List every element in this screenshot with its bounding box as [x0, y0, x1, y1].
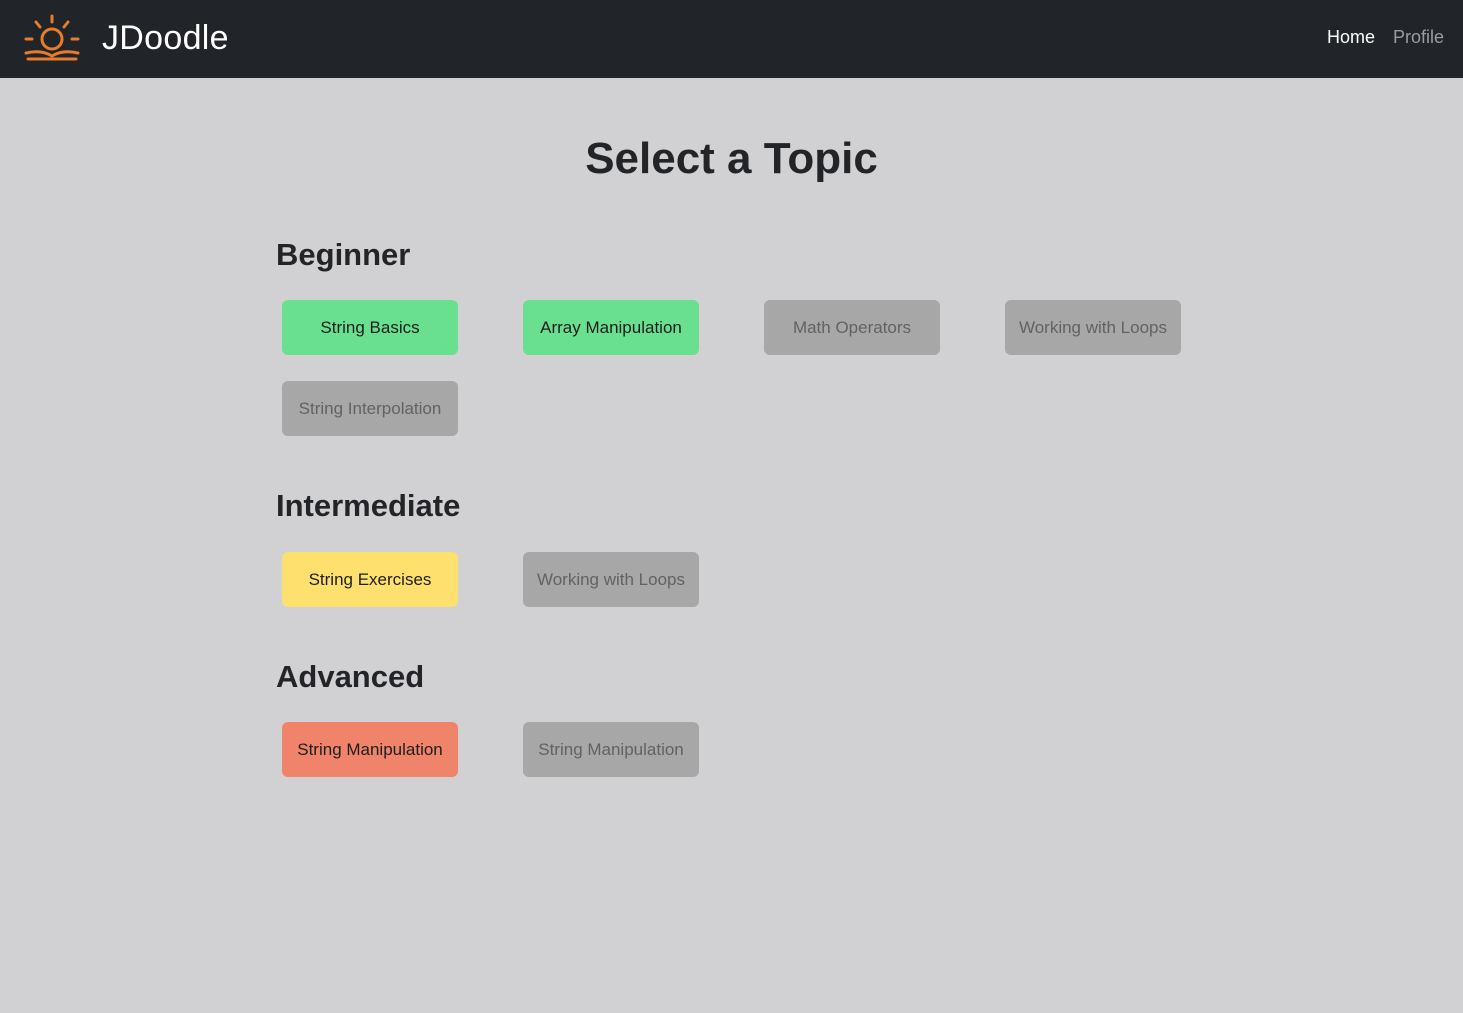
topic-button-string-manipulation[interactable]: String Manipulation: [282, 722, 458, 777]
topic-button-string-manipulation-locked[interactable]: String Manipulation: [523, 722, 699, 777]
topic-button-working-with-loops[interactable]: Working with Loops: [523, 552, 699, 607]
topic-button-string-basics[interactable]: String Basics: [282, 300, 458, 355]
navbar: JDoodle Home Profile: [0, 0, 1463, 78]
section-title-advanced: Advanced: [276, 659, 425, 694]
brand-name: JDoodle: [102, 18, 229, 57]
nav-links: Home Profile: [1327, 27, 1444, 48]
topic-button-string-interpolation[interactable]: String Interpolation: [282, 381, 458, 436]
brand-link[interactable]: JDoodle: [22, 12, 229, 64]
section-title-intermediate: Intermediate: [276, 488, 461, 523]
nav-link-profile[interactable]: Profile: [1393, 27, 1444, 48]
topic-button-array-manipulation[interactable]: Array Manipulation: [523, 300, 699, 355]
nav-link-home[interactable]: Home: [1327, 27, 1375, 48]
topic-button-working-with-loops[interactable]: Working with Loops: [1005, 300, 1181, 355]
section-title-beginner: Beginner: [276, 237, 411, 272]
topic-button-math-operators[interactable]: Math Operators: [764, 300, 940, 355]
page-title: Select a Topic: [585, 134, 878, 183]
topic-button-string-exercises[interactable]: String Exercises: [282, 552, 458, 607]
sunrise-book-icon: [24, 14, 80, 61]
